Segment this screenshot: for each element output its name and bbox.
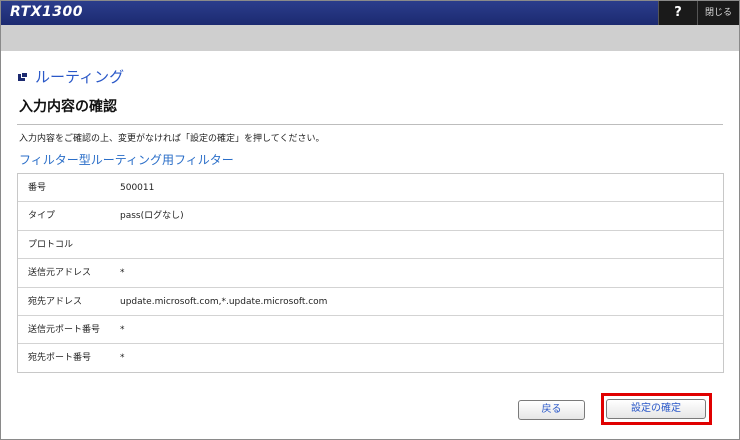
row-value: * bbox=[120, 353, 125, 364]
back-button[interactable]: 戻る bbox=[518, 400, 585, 420]
product-logo: RTX1300 bbox=[10, 4, 83, 20]
row-label: 宛先ポート番号 bbox=[28, 353, 92, 364]
table-row: 宛先アドレス update.microsoft.com,*.update.mic… bbox=[18, 288, 723, 316]
table-row: 宛先ポート番号 * bbox=[18, 344, 723, 372]
confirm-settings-button[interactable]: 設定の確定 bbox=[606, 399, 706, 419]
row-label: 宛先アドレス bbox=[28, 296, 83, 307]
top-bar: RTX1300 ? 閉じる bbox=[1, 1, 739, 25]
table-row: タイプ pass(ログなし) bbox=[18, 202, 723, 231]
close-button[interactable]: 閉じる bbox=[697, 1, 739, 25]
table-row: プロトコル bbox=[18, 231, 723, 260]
table-row: 送信元ポート番号 * bbox=[18, 316, 723, 345]
row-value: pass(ログなし) bbox=[120, 211, 184, 222]
filter-subtitle: フィルター型ルーティング用フィルター bbox=[19, 153, 234, 167]
menu-bar bbox=[1, 25, 739, 51]
section-title: ルーティング bbox=[35, 68, 125, 86]
help-button[interactable]: ? bbox=[658, 1, 697, 25]
page-title: 入力内容の確認 bbox=[19, 99, 117, 115]
row-value: * bbox=[120, 324, 125, 335]
instruction-text: 入力内容をご確認の上、変更がなければ「設定の確定」を押してください。 bbox=[19, 134, 325, 144]
confirmation-table: 番号 500011 タイプ pass(ログなし) プロトコル 送信元アドレス *… bbox=[17, 173, 724, 373]
row-label: プロトコル bbox=[28, 239, 74, 250]
row-value: * bbox=[120, 268, 125, 279]
row-label: 番号 bbox=[28, 183, 47, 193]
section-icon bbox=[18, 72, 28, 81]
table-row: 番号 500011 bbox=[18, 174, 723, 203]
row-label: 送信元ポート番号 bbox=[28, 324, 101, 335]
row-label: タイプ bbox=[28, 211, 56, 222]
divider bbox=[17, 124, 723, 125]
row-value: 500011 bbox=[120, 183, 155, 193]
table-row: 送信元アドレス * bbox=[18, 259, 723, 288]
row-label: 送信元アドレス bbox=[28, 268, 92, 279]
row-value: update.microsoft.com,*.update.microsoft.… bbox=[120, 296, 328, 307]
